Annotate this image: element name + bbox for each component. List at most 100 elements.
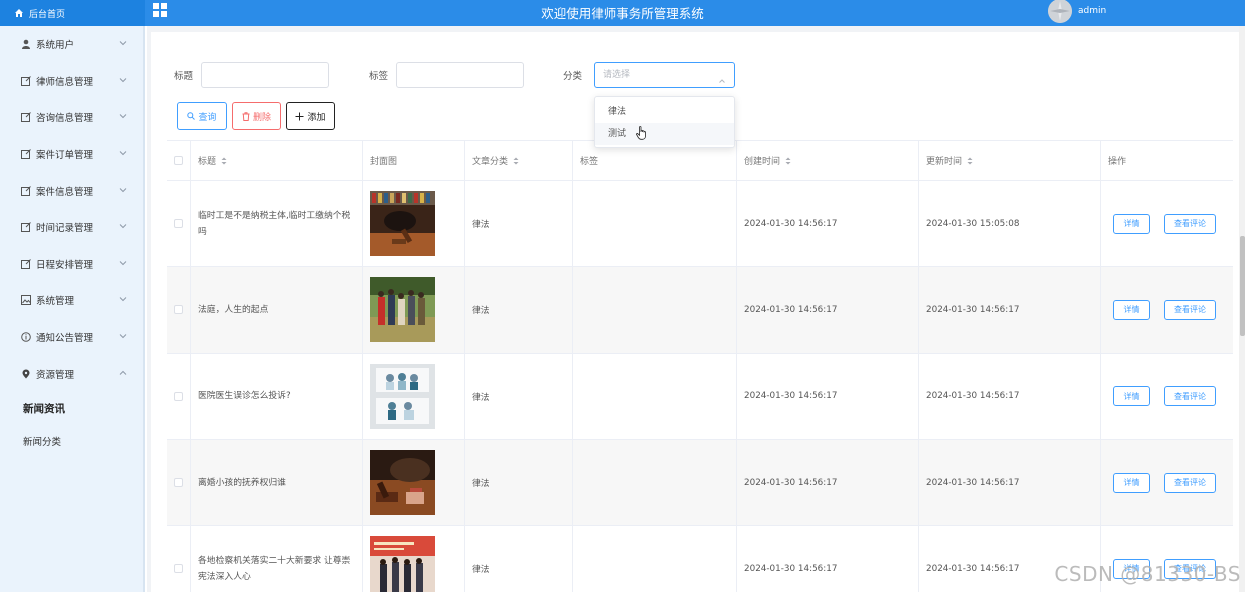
sidebar-item-resources[interactable]: 资源管理 (0, 355, 143, 392)
row-select-cell (167, 439, 191, 526)
chevron-down-icon (119, 76, 127, 84)
hand-pointer-icon (636, 126, 648, 143)
detail-button[interactable]: 详情 (1113, 213, 1150, 234)
table-row: 法庭，人生的起点 律法 2024-01-30 14:56:17 2024-01-… (167, 267, 1233, 354)
actions-cell: 详情 查看评论 (1101, 440, 1233, 525)
sidebar-item-system[interactable]: 系统管理 (0, 282, 143, 319)
sidebar-item-schedule[interactable]: 日程安排管理 (0, 246, 143, 283)
sidebar-subitem-news[interactable]: 新闻资讯 (0, 392, 143, 425)
sidebar-item-case-orders[interactable]: 案件订单管理 (0, 136, 143, 173)
delete-button-label: 删除 (252, 112, 271, 123)
row-checkbox[interactable] (174, 391, 183, 401)
category-filter-label: 分类 (563, 71, 583, 82)
news-title: 法庭，人生的起点 (198, 304, 269, 315)
chevron-up-icon (119, 369, 127, 377)
news-title: 医院医生误诊怎么投诉? (198, 391, 291, 402)
title-filter-input[interactable] (201, 62, 329, 88)
username: admin (1078, 6, 1107, 16)
chevron-down-icon (119, 259, 127, 267)
detail-button[interactable]: 详情 (1113, 386, 1150, 407)
title-cell: 医院医生误诊怎么投诉? (191, 353, 363, 439)
sort-icon[interactable] (513, 157, 519, 165)
chevron-down-icon (119, 295, 127, 303)
content-card: 标题 标签 分类 请选择 查询 删除 添加 律法 测试 标题 封面图 文章分类 … (151, 32, 1240, 592)
query-button-label: 查询 (198, 112, 217, 123)
category-cell: 律法 (465, 267, 573, 353)
title-cell: 临时工是不是纳税主体,临时工缴纳个税吗 (191, 181, 363, 267)
column-header-created[interactable]: 创建时间 (737, 141, 919, 180)
category-cell: 律法 (465, 181, 573, 267)
sort-icon[interactable] (967, 157, 973, 165)
location-icon (20, 368, 31, 379)
chevron-down-icon (119, 39, 127, 47)
row-select-cell (167, 267, 191, 353)
query-button[interactable]: 查询 (177, 102, 227, 130)
select-all-checkbox[interactable] (174, 156, 183, 165)
sidebar-item-notices[interactable]: 通知公告管理 (0, 319, 143, 356)
detail-button[interactable]: 详情 (1113, 299, 1150, 320)
sidebar-item-label: 时间记录管理 (36, 223, 94, 235)
cover-image (370, 277, 435, 343)
detail-button[interactable]: 详情 (1113, 472, 1150, 493)
user-menu[interactable]: admin (1048, 0, 1107, 23)
created-time-cell: 2024-01-30 14:56:17 (737, 353, 919, 439)
sidebar-item-label: 案件订单管理 (36, 150, 94, 162)
category-dropdown: 律法 测试 (594, 96, 735, 148)
view-comments-button[interactable]: 查看评论 (1164, 472, 1216, 493)
cover-image (370, 536, 435, 592)
sidebar-item-consult-info[interactable]: 咨询信息管理 (0, 99, 143, 136)
row-select-cell (167, 353, 191, 439)
delete-button[interactable]: 删除 (232, 102, 281, 130)
column-header-cover: 封面图 (363, 141, 465, 180)
updated-time-cell: 2024-01-30 14:56:17 (919, 439, 1101, 526)
row-checkbox[interactable] (174, 564, 183, 574)
sort-icon[interactable] (785, 157, 791, 165)
view-comments-button[interactable]: 查看评论 (1164, 213, 1216, 234)
created-time-cell: 2024-01-30 14:56:17 (737, 439, 919, 526)
sidebar-item-lawyer-info[interactable]: 律师信息管理 (0, 63, 143, 100)
column-header-label: 创建时间 (744, 157, 781, 167)
category-option[interactable]: 测试 (595, 123, 734, 145)
category-cell: 律法 (465, 353, 573, 439)
table-row: 临时工是不是纳税主体,临时工缴纳个税吗 律法 2024-01-30 14:56:… (167, 181, 1233, 268)
sidebar-item-case-info[interactable]: 案件信息管理 (0, 172, 143, 209)
page-scrollbar[interactable] (1239, 26, 1245, 592)
column-header-label: 标签 (580, 157, 599, 167)
column-header-updated[interactable]: 更新时间 (919, 141, 1101, 180)
category-option[interactable]: 律法 (595, 101, 734, 123)
row-checkbox[interactable] (174, 478, 183, 488)
search-icon (187, 112, 196, 120)
row-checkbox[interactable] (174, 219, 183, 229)
sidebar-item-label: 系统用户 (36, 40, 75, 52)
tag-filter-input[interactable] (396, 62, 524, 88)
cover-cell (363, 181, 465, 267)
row-select-cell (167, 181, 191, 267)
edit-icon (20, 222, 31, 233)
picture-icon (20, 295, 31, 306)
category-cell: 律法 (465, 439, 573, 526)
scrollbar-thumb[interactable] (1240, 236, 1245, 336)
sidebar-item-time-records[interactable]: 时间记录管理 (0, 209, 143, 246)
column-header-category[interactable]: 文章分类 (465, 141, 573, 180)
avatar (1048, 0, 1072, 23)
category-select-placeholder: 请选择 (603, 70, 631, 80)
news-title: 临时工是不是纳税主体,临时工缴纳个税吗 (198, 210, 351, 237)
column-header-title[interactable]: 标题 (191, 141, 363, 180)
news-title: 各地检察机关落实二十大新要求 让尊崇宪法深入人心 (198, 555, 351, 582)
sidebar-item-users[interactable]: 系统用户 (0, 26, 143, 63)
user-icon (20, 39, 31, 50)
view-comments-button[interactable]: 查看评论 (1164, 299, 1216, 320)
tags-cell (573, 526, 737, 592)
edit-icon (20, 149, 31, 160)
title-cell: 各地检察机关落实二十大新要求 让尊崇宪法深入人心 (191, 526, 363, 592)
category-select[interactable]: 请选择 (594, 62, 735, 88)
row-checkbox[interactable] (174, 305, 183, 315)
add-button[interactable]: 添加 (286, 102, 335, 130)
sidebar-subitem-news-category[interactable]: 新闻分类 (0, 425, 143, 458)
view-comments-button[interactable]: 查看评论 (1164, 386, 1216, 407)
actions-cell: 详情 查看评论 (1101, 181, 1233, 266)
cover-image (370, 450, 435, 516)
edit-icon (20, 112, 31, 123)
sidebar-item-label: 案件信息管理 (36, 186, 94, 198)
sort-icon[interactable] (221, 157, 227, 165)
